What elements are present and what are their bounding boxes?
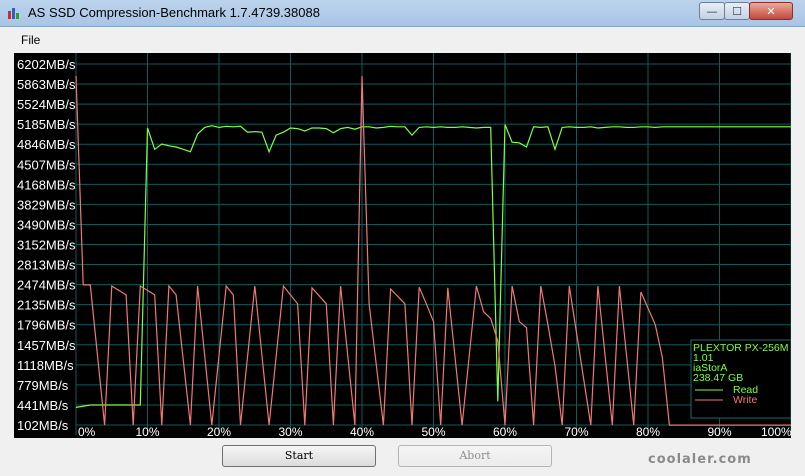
y-tick-label: 1118MB/s <box>17 358 74 373</box>
x-tick-label: 90% <box>708 425 732 438</box>
x-tick-label: 60% <box>493 425 517 438</box>
x-tick-label: 30% <box>279 425 303 438</box>
x-tick-label: 80% <box>636 425 660 438</box>
watermark: coolaler.com <box>648 452 752 467</box>
window-title: AS SSD Compression-Benchmark 1.7.4739.38… <box>28 5 320 20</box>
y-tick-label: 1796MB/s <box>17 318 76 333</box>
app-window: AS SSD Compression-Benchmark 1.7.4739.38… <box>0 0 805 476</box>
x-tick-label: 10% <box>136 425 160 438</box>
y-tick-label: 4846MB/s <box>17 137 76 152</box>
minimize-button[interactable]: — <box>699 2 725 20</box>
legend-info-text: 238.47 GB <box>693 372 743 384</box>
y-tick-label: 3829MB/s <box>17 197 76 212</box>
y-tick-label: 1457MB/s <box>17 338 76 353</box>
x-tick-label: 50% <box>422 425 446 438</box>
benchmark-chart: 6202MB/s 5863MB/s 5524MB/s 5185MB/s 4846MB/s… <box>14 53 791 438</box>
x-tick-label: 40% <box>350 425 374 438</box>
app-icon <box>8 8 19 19</box>
y-tick-label: 2813MB/s <box>17 258 76 273</box>
y-tick-label: 102MB/s <box>17 418 69 433</box>
legend-label-write: Write <box>733 394 757 406</box>
close-button[interactable]: ✕ <box>749 2 793 20</box>
x-tick-label: 70% <box>565 425 589 438</box>
y-tick-label: 4507MB/s <box>17 157 76 172</box>
maximize-button[interactable]: ☐ <box>724 2 750 20</box>
menu-file[interactable]: File <box>21 33 40 47</box>
y-tick-label: 5863MB/s <box>17 77 76 92</box>
y-tick-label: 441MB/s <box>17 398 69 413</box>
start-button[interactable]: Start <box>222 445 376 467</box>
x-tick-label: 20% <box>207 425 231 438</box>
abort-button[interactable]: Abort <box>398 445 552 467</box>
x-tick-label: 100% <box>761 425 791 438</box>
title-bar: AS SSD Compression-Benchmark 1.7.4739.38… <box>0 0 805 27</box>
y-tick-label: 2135MB/s <box>17 298 76 313</box>
x-tick-label: 0% <box>78 425 96 438</box>
menu-bar: File <box>0 27 805 51</box>
y-tick-label: 3490MB/s <box>17 217 76 232</box>
y-tick-label: 3152MB/s <box>17 238 76 253</box>
y-tick-label: 5524MB/s <box>17 97 76 112</box>
y-tick-label: 6202MB/s <box>17 57 76 72</box>
y-tick-label: 4168MB/s <box>17 177 76 192</box>
y-tick-label: 5185MB/s <box>17 117 76 132</box>
y-tick-label: 2474MB/s <box>17 278 76 293</box>
y-tick-label: 779MB/s <box>17 378 69 393</box>
